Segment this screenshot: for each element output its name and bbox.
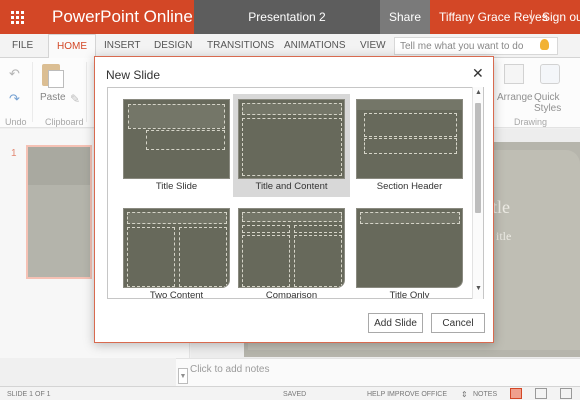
layout-name: Two Content [149,290,204,299]
title-bar-divider [531,10,532,24]
tell-me-input[interactable]: Tell me what you want to do [394,37,558,55]
dialog-title: New Slide [106,68,161,82]
slide-count: SLIDE 1 OF 1 [7,391,51,398]
close-icon[interactable]: ✕ [472,65,484,82]
tab-home[interactable]: HOME [48,34,96,59]
scrollbar-thumb[interactable] [475,103,481,213]
document-title[interactable]: Presentation 2 [194,0,380,34]
tab-design[interactable]: DESIGN [154,40,192,51]
layout-name: Section Header [376,181,443,192]
help-improve-link[interactable]: HELP IMPROVE OFFICE [367,391,447,398]
sign-out-link[interactable]: Sign out [542,10,580,24]
scroll-down-icon[interactable]: ▼ [473,285,484,292]
app-launcher-icon[interactable] [0,0,34,34]
layout-two-content[interactable]: Two Content [118,203,235,299]
layout-title-slide[interactable]: Title Slide [118,94,235,197]
normal-view-icon[interactable] [510,388,522,399]
layout-title-only[interactable]: Title Only [351,203,468,299]
new-slide-dialog: New Slide ✕ Title Slide Title and Conten… [94,56,494,343]
tab-file[interactable]: FILE [12,40,33,51]
tab-animations[interactable]: ANIMATIONS [284,40,345,51]
layout-title-and-content[interactable]: Title and Content [233,94,350,197]
layout-comparison[interactable]: Comparison [233,203,350,299]
scroll-up-icon[interactable]: ▲ [473,89,484,96]
notes-toggle-icon[interactable]: ⇕ [461,390,468,399]
layout-name: Title and Content [255,181,328,192]
share-button[interactable]: Share [380,0,430,34]
tab-transitions[interactable]: TRANSITIONS [207,40,274,51]
layout-preview-comparison [238,208,345,288]
tab-insert[interactable]: INSERT [104,40,141,51]
layout-name: Title Slide [155,181,198,192]
save-status: SAVED [283,391,307,398]
layout-gallery: Title Slide Title and Content Section He… [107,87,484,299]
layout-section-header[interactable]: Section Header [351,94,468,197]
layout-preview-title-only [356,208,463,288]
layout-preview-title-and-content [238,99,345,179]
layout-scrollbar[interactable]: ▲ ▼ [472,87,483,299]
app-name[interactable]: PowerPoint Online [52,7,193,27]
layout-preview-title-slide [123,99,230,179]
cancel-button[interactable]: Cancel [431,313,485,333]
layout-preview-two-content [123,208,230,288]
tab-view[interactable]: VIEW [360,40,386,51]
add-slide-button[interactable]: Add Slide [368,313,423,333]
reading-view-icon[interactable] [535,388,547,399]
layout-name: Title Only [389,290,430,299]
slide-show-icon[interactable] [560,388,572,399]
layout-preview-section-header [356,99,463,179]
lightbulb-icon [540,39,549,50]
notes-toggle-button[interactable]: NOTES [473,391,497,398]
layout-name: Comparison [265,290,318,299]
